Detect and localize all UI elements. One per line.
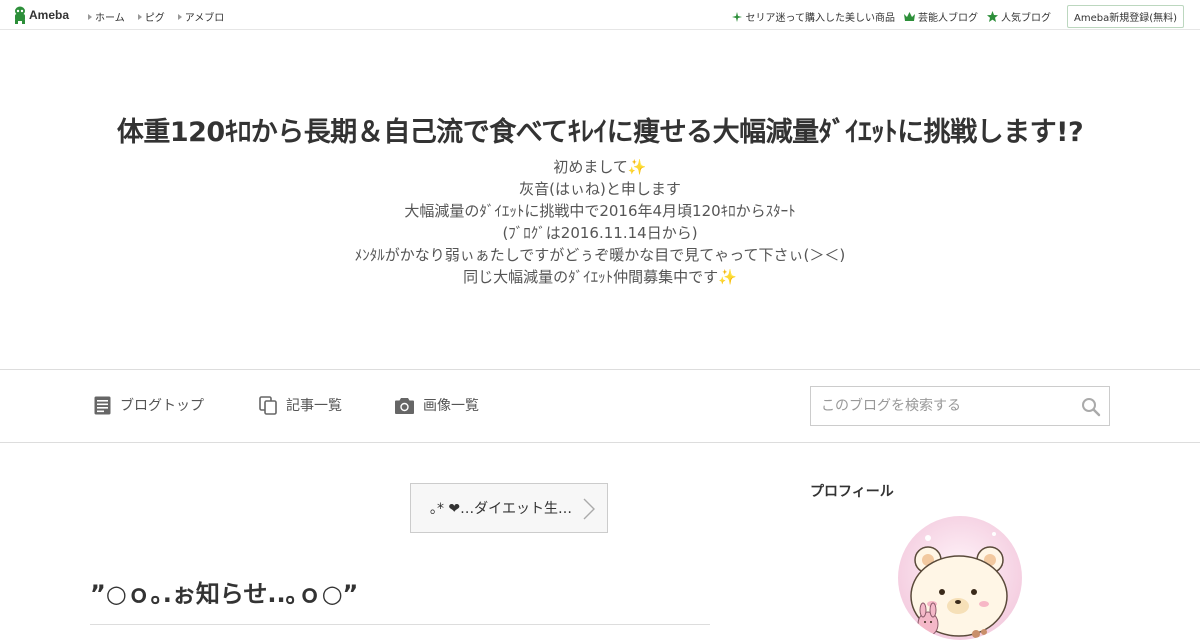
blog-search [810, 386, 1110, 426]
signup-button[interactable]: Ameba新規登録(無料) [1066, 5, 1184, 28]
chevron-right-icon [583, 498, 595, 520]
search-input[interactable] [811, 387, 1071, 425]
popular-blog-link[interactable]: 人気ブログ [986, 9, 1051, 24]
global-nav-pigg[interactable]: ピグ [137, 9, 165, 24]
triangle-right-icon [88, 13, 92, 20]
global-nav-home[interactable]: ホーム [88, 9, 125, 24]
crown-icon [903, 12, 915, 21]
camera-icon [395, 397, 414, 414]
blog-title[interactable]: 体重120ｷﾛから長期＆自己流で食べてｷﾚｲに痩せる大幅減量ﾀﾞｲｴｯﾄに挑戦し… [0, 110, 1200, 149]
ameba-logo[interactable]: Ameba [13, 6, 69, 24]
search-icon[interactable] [1081, 397, 1101, 417]
nav-blog-top[interactable]: ブログトップ [94, 395, 204, 415]
bear-avatar-image [898, 516, 1022, 640]
nav-image-list[interactable]: 画像一覧 [395, 395, 479, 415]
profile-heading: プロフィール [810, 484, 894, 500]
document-icon [94, 396, 111, 414]
description-line: ﾒﾝﾀﾙがかなり弱ぃぁたしですがどぅぞ暖かな目で見てゃって下さぃ(＞＜) [354, 246, 846, 264]
logo-text: Ameba [29, 8, 70, 22]
global-nav-label: ピグ [144, 13, 165, 24]
description-line: 同じ大幅減量のﾀﾞｲｴｯﾄ仲間募集中です✨ [463, 268, 737, 286]
blog-header: 体重120ｷﾛから長期＆自己流で食べてｷﾚｲに痩せる大幅減量ﾀﾞｲｴｯﾄに挑戦し… [0, 30, 1200, 369]
nav-image-list-label: 画像一覧 [423, 398, 479, 414]
entry-title[interactable]: ”○ｏ｡.ぉ知らせ..｡ｏ○” [90, 574, 710, 609]
trending-link[interactable]: セリア迷って購入した美しい商品 [732, 9, 895, 24]
global-nav-label: アメブロ [184, 13, 225, 24]
star-icon [986, 11, 998, 22]
blog-nav: ブログトップ 記事一覧 画像一覧 [0, 369, 1200, 443]
celebrity-blog-link[interactable]: 芸能人ブログ [903, 9, 978, 24]
global-right-links: セリア迷って購入した美しい商品 芸能人ブログ 人気ブログ Ameba新規登録(無… [732, 5, 1184, 28]
entry-divider [90, 624, 710, 625]
celebrity-blog-label: 芸能人ブログ [917, 13, 978, 24]
description-line: 灰音(はぃね)と申します [519, 180, 681, 198]
triangle-right-icon [177, 13, 182, 20]
global-nav-ameblo[interactable]: アメブロ [177, 9, 225, 24]
next-entry-label: ｡* ❤…ダイエット生… [429, 501, 573, 517]
nav-entry-list[interactable]: 記事一覧 [259, 395, 342, 415]
description-line: (ﾌﾞﾛｸﾞは2016.11.14日から) [502, 224, 698, 242]
next-entry-button[interactable]: ｡* ❤…ダイエット生… [410, 483, 608, 533]
profile-avatar[interactable] [898, 516, 1022, 640]
popular-blog-label: 人気ブログ [1000, 13, 1051, 24]
nav-entry-list-label: 記事一覧 [286, 398, 342, 414]
nav-blog-top-label: ブログトップ [120, 398, 204, 414]
copy-icon [259, 395, 277, 415]
global-nav-label: ホーム [95, 13, 125, 24]
global-nav: ホーム ピグ アメブロ [88, 9, 224, 24]
description-line: 大幅減量のﾀﾞｲｴｯﾄに挑戦中で2016年4月頃120ｷﾛからｽﾀｰﾄ [404, 202, 796, 220]
trending-link-label: セリア迷って購入した美しい商品 [745, 13, 895, 24]
sparkle-icon [732, 11, 743, 22]
ameba-logo-icon [15, 6, 25, 24]
description-line: 初めまして✨ [553, 158, 647, 176]
triangle-right-icon [137, 13, 142, 20]
global-header: Ameba ホーム ピグ アメブロ セリア迷って購入した美しい商品 芸能人ブログ… [0, 0, 1200, 30]
blog-description: 初めまして✨ 灰音(はぃね)と申します 大幅減量のﾀﾞｲｴｯﾄに挑戦中で2016… [0, 156, 1200, 288]
